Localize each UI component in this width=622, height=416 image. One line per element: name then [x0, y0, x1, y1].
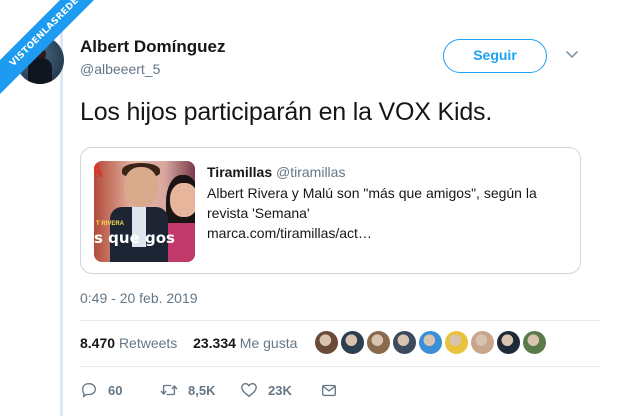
like-button[interactable]: 23K	[240, 380, 292, 400]
message-button[interactable]	[320, 380, 348, 400]
quoted-author-handle: @tiramillas	[276, 164, 346, 180]
engagement-stats: 8.470 Retweets 23.334 Me gusta	[80, 335, 297, 351]
retweet-icon	[160, 384, 178, 396]
divider	[80, 320, 600, 321]
author-handle[interactable]: @albeeert_5	[80, 61, 160, 77]
tweet-text: Los hijos participarán en la VOX Kids.	[80, 98, 493, 126]
retweet-count: 8,5K	[188, 382, 216, 398]
like-count: 23K	[268, 382, 292, 398]
liker-avatar[interactable]	[366, 330, 391, 355]
likes-count: 23.334	[193, 335, 236, 351]
quoted-author: Tiramillas @tiramillas	[207, 164, 345, 180]
image-tag-text: T RIVERA	[96, 221, 125, 227]
liker-avatar[interactable]	[392, 330, 417, 355]
retweet-button[interactable]: 8,5K	[160, 380, 215, 400]
envelope-icon	[322, 384, 336, 397]
chevron-down-icon[interactable]	[565, 50, 579, 60]
quoted-line-1: Albert Rivera y Malú son "más que amigos…	[207, 185, 537, 201]
timestamp[interactable]: 0:49 - 20 feb. 2019	[80, 290, 198, 306]
retweets-stat[interactable]: 8.470 Retweets	[80, 335, 177, 351]
quoted-tweet-card[interactable]: A T RIVERA s que gos Tiramillas @tiramil…	[80, 147, 581, 274]
liker-avatar[interactable]	[314, 330, 339, 355]
liker-avatar[interactable]	[340, 330, 365, 355]
quoted-line-2: revista 'Semana'	[207, 205, 310, 221]
heart-icon	[241, 383, 257, 397]
reply-button[interactable]: 60	[80, 380, 122, 400]
liker-avatar[interactable]	[470, 330, 495, 355]
quoted-tweet-text: Albert Rivera y Malú son "más que amigos…	[207, 183, 557, 243]
liker-avatar[interactable]	[444, 330, 469, 355]
image-caption-text: s que gos	[94, 229, 175, 247]
reply-count: 60	[108, 382, 123, 398]
quoted-tweet-image[interactable]: A T RIVERA s que gos	[94, 161, 195, 262]
divider	[80, 366, 600, 367]
likes-stat[interactable]: 23.334 Me gusta	[193, 335, 297, 351]
follow-button[interactable]: Seguir	[443, 39, 547, 73]
liker-avatar[interactable]	[418, 330, 443, 355]
retweets-count: 8.470	[80, 335, 116, 351]
liker-avatar[interactable]	[496, 330, 521, 355]
liker-avatar[interactable]	[522, 330, 547, 355]
likes-label: Me gusta	[239, 335, 298, 351]
retweets-label: Retweets	[118, 335, 178, 351]
reply-icon	[82, 383, 96, 398]
quoted-author-name: Tiramillas	[207, 164, 273, 180]
author-name[interactable]: Albert Domínguez	[80, 37, 225, 57]
quoted-link[interactable]: marca.com/tiramillas/act…	[207, 223, 557, 243]
